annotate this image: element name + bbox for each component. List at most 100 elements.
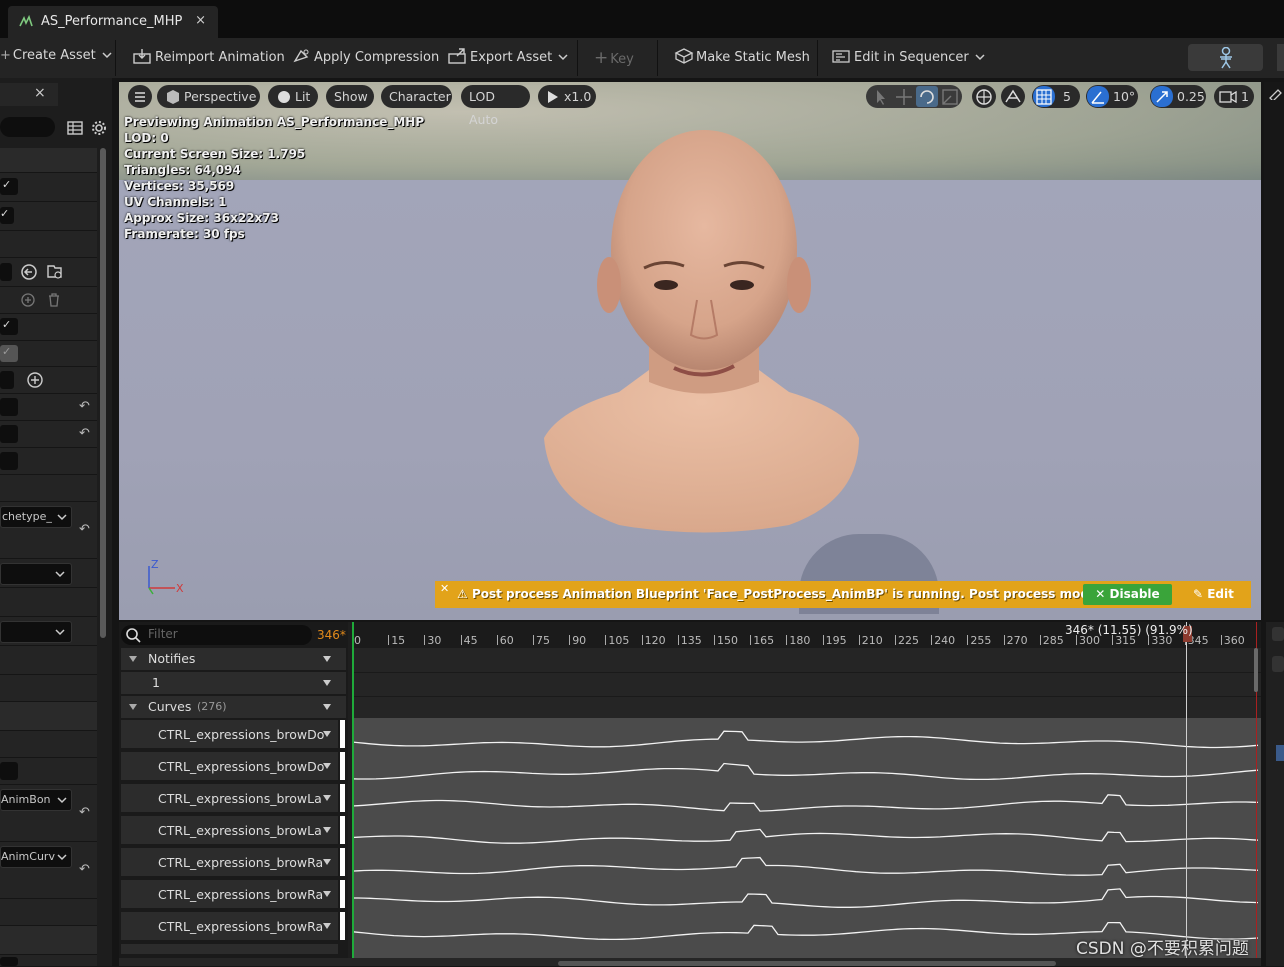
export-asset-button[interactable]: Export Asset (448, 48, 568, 68)
skeleton-mode-button[interactable] (1188, 44, 1263, 71)
reset-to-default-icon[interactable]: ↶ (79, 862, 90, 877)
timeline-start-marker[interactable] (352, 622, 354, 966)
details-scrollbar[interactable] (100, 148, 106, 638)
character-button[interactable]: Character (381, 85, 452, 108)
details-category-header[interactable] (0, 148, 97, 173)
timeline-scrollbar[interactable] (1254, 648, 1258, 692)
grid-snap-toggle[interactable] (1033, 86, 1055, 107)
select-arrow-icon[interactable] (871, 87, 891, 107)
toolbar-overflow[interactable] (1277, 44, 1284, 71)
curve-color-swatch[interactable] (340, 848, 345, 876)
browse-to-asset-icon[interactable] (20, 263, 38, 281)
anim-curve-dropdown[interactable]: AnimCurv (0, 846, 72, 868)
lit-button[interactable]: Lit (268, 85, 318, 108)
checkbox[interactable]: ✓ (0, 345, 18, 362)
scale-icon[interactable] (940, 87, 960, 107)
curve-track-header[interactable]: CTRL_expressions_browDo (121, 720, 338, 748)
details-category-header[interactable] (0, 926, 97, 955)
create-asset-button[interactable]: + Create Asset (0, 48, 112, 68)
curve-color-swatch[interactable] (340, 784, 345, 812)
curve-color-swatch[interactable] (340, 752, 345, 780)
transport-scroll[interactable] (558, 961, 1056, 966)
value-field[interactable] (0, 425, 18, 443)
apply-compression-button[interactable]: Apply Compression (292, 48, 439, 68)
reimport-animation-button[interactable]: Reimport Animation (133, 48, 285, 68)
stat-screen-size: Current Screen Size: 1.795 (124, 147, 306, 161)
close-tab-icon[interactable]: × (195, 13, 206, 28)
use-selected-asset-icon[interactable] (46, 263, 64, 281)
details-search-input[interactable] (0, 117, 55, 137)
playback-speed-button[interactable]: x1.0 (538, 85, 596, 108)
dropdown[interactable] (0, 621, 72, 643)
side-tool-button[interactable] (1272, 627, 1284, 641)
translate-icon[interactable] (894, 87, 914, 107)
curve-track-header[interactable]: CTRL_expressions_browRa (121, 848, 338, 876)
anim-bone-dropdown[interactable]: AnimBon (0, 789, 72, 811)
chevron-down-icon (323, 704, 331, 710)
camera-speed-button[interactable]: 1 (1214, 85, 1254, 108)
ruler-tick-label: 60 (499, 634, 514, 647)
lod-button[interactable]: LOD Auto (461, 85, 530, 127)
curve-track-header[interactable]: CTRL_expressions_browLa (121, 784, 338, 812)
trash-icon[interactable] (46, 292, 62, 308)
dropdown[interactable] (0, 563, 72, 585)
edit-button[interactable]: ✎ Edit (1193, 587, 1234, 601)
curve-track-header[interactable]: CTRL_expressions_browDo (121, 752, 338, 780)
chevron-down-icon (102, 52, 112, 59)
disable-button[interactable]: ✕ Disable (1083, 584, 1172, 605)
timeline-filter-input[interactable]: Filter (121, 625, 312, 645)
rotation-snap-value[interactable]: 10° (1113, 85, 1135, 108)
asset-picker-field[interactable] (0, 263, 12, 281)
viewport-menu-button[interactable] (128, 85, 152, 108)
checkbox[interactable]: ✓ (0, 207, 14, 224)
archetype-dropdown[interactable]: chetype_ (0, 506, 72, 528)
value-field[interactable] (0, 398, 18, 416)
document-tab[interactable]: AS_Performance_MHP × (8, 6, 218, 38)
dismiss-warning-icon[interactable]: ✕ (440, 582, 449, 595)
surface-snap-button[interactable] (1001, 85, 1025, 108)
reset-to-default-icon[interactable]: ↶ (79, 399, 90, 414)
gear-icon[interactable] (91, 120, 107, 136)
perspective-button[interactable]: Perspective (157, 85, 260, 108)
scale-snap-toggle[interactable] (1151, 86, 1173, 107)
reset-to-default-icon[interactable]: ↶ (79, 426, 90, 441)
curve-track-header[interactable]: CTRL_expressions_browRa (121, 912, 338, 940)
curve-color-swatch[interactable] (340, 912, 345, 940)
world-local-button[interactable] (972, 85, 996, 108)
value-field[interactable] (0, 452, 18, 470)
scale-snap-value[interactable]: 0.25 (1177, 85, 1205, 108)
checkbox[interactable]: ✓ (0, 178, 18, 195)
add-element-icon[interactable] (20, 292, 36, 308)
value-field[interactable] (0, 762, 18, 780)
curve-color-swatch[interactable] (340, 720, 345, 748)
edit-in-sequencer-button[interactable]: Edit in Sequencer (832, 48, 985, 68)
reset-to-default-icon[interactable]: ↶ (79, 522, 90, 537)
table-view-icon[interactable] (67, 120, 83, 136)
details-category-header[interactable] (0, 702, 97, 731)
curve-track-header[interactable]: CTRL_expressions_browLa (121, 816, 338, 844)
rotation-snap-toggle[interactable] (1087, 86, 1109, 107)
show-button[interactable]: Show (326, 85, 374, 108)
make-static-mesh-button[interactable]: Make Static Mesh (674, 48, 810, 68)
value-field[interactable] (0, 957, 18, 966)
curves-track-header[interactable]: Curves (276) (121, 696, 346, 718)
curve-track-header[interactable] (121, 944, 338, 954)
grid-snap-value[interactable]: 5 (1063, 85, 1071, 108)
value-field[interactable] (0, 371, 14, 389)
notify-track-row[interactable]: 1 (121, 672, 346, 694)
side-tool-button[interactable] (1272, 656, 1284, 672)
add-element-icon[interactable] (26, 371, 44, 389)
curve-color-swatch[interactable] (340, 816, 345, 844)
preview-viewport[interactable]: Perspective Lit Show Character LOD Auto … (119, 82, 1261, 620)
curve-color-swatch[interactable] (340, 880, 345, 908)
details-panel-tab[interactable] (0, 83, 58, 106)
rotate-tool-active[interactable] (916, 86, 938, 107)
curve-track-header[interactable]: CTRL_expressions_browRa (121, 880, 338, 908)
pencil-icon[interactable] (1268, 86, 1284, 100)
close-panel-icon[interactable]: × (34, 85, 46, 101)
reset-to-default-icon[interactable]: ↶ (79, 805, 90, 820)
checkbox[interactable]: ✓ (0, 318, 18, 335)
notifies-track-area[interactable] (352, 648, 1261, 718)
notifies-track-header[interactable]: Notifies (121, 648, 346, 670)
key-button[interactable]: + Key (594, 48, 634, 68)
